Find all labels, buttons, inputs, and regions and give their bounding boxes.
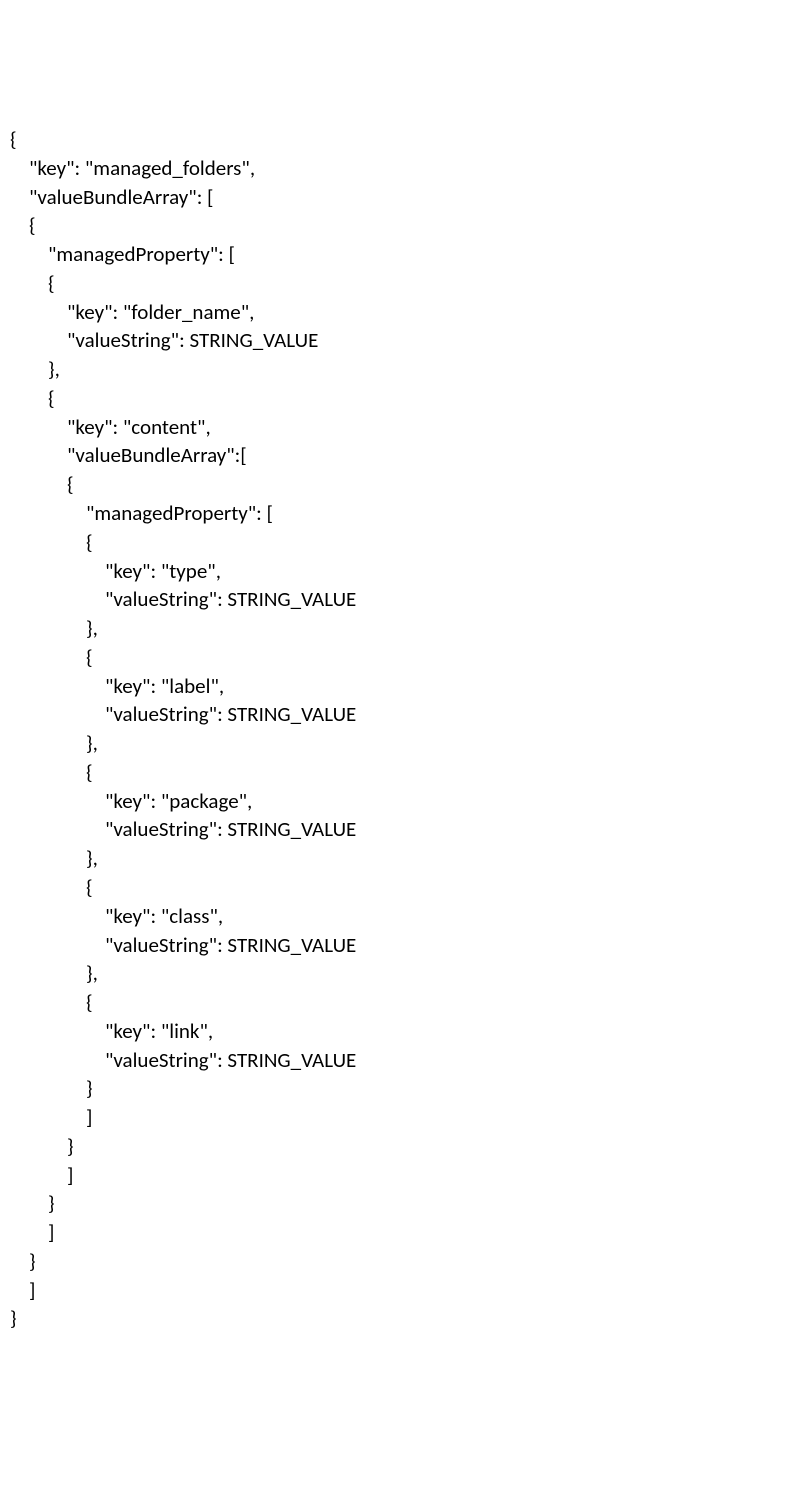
code-line: "key": "package", <box>10 788 252 814</box>
code-line: } <box>10 1305 17 1331</box>
code-line: }, <box>10 730 98 756</box>
code-line: { <box>10 126 17 152</box>
code-line: "key": "class", <box>10 903 223 929</box>
code-line: "managedProperty": [ <box>10 500 273 526</box>
code-line: "valueString": STRING_VALUE <box>10 586 356 612</box>
code-line: { <box>10 759 93 785</box>
code-line: "managedProperty": [ <box>10 241 235 267</box>
code-line: "key": "folder_name", <box>10 299 254 325</box>
code-line: "valueString": STRING_VALUE <box>10 816 356 842</box>
code-line: "key": "type", <box>10 558 221 584</box>
code-line: "valueBundleArray":[ <box>10 442 247 468</box>
code-line: { <box>10 529 93 555</box>
code-line: { <box>10 874 93 900</box>
code-line: }, <box>10 356 60 382</box>
code-line: { <box>10 644 93 670</box>
code-line: } <box>10 1133 74 1159</box>
code-line: "key": "label", <box>10 673 224 699</box>
code-line: "valueString": STRING_VALUE <box>10 701 356 727</box>
code-line: }, <box>10 845 98 871</box>
json-code-block: { "key": "managed_folders", "valueBundle… <box>10 125 778 1333</box>
code-line: } <box>10 1248 36 1274</box>
code-line: }, <box>10 960 98 986</box>
code-line: { <box>10 385 55 411</box>
code-line: { <box>10 270 55 296</box>
code-line: ] <box>10 1277 35 1303</box>
code-line: ] <box>10 1104 92 1130</box>
code-line: } <box>10 1075 93 1101</box>
code-line: } <box>10 1190 55 1216</box>
code-line: "key": "link", <box>10 1018 213 1044</box>
code-line: { <box>10 471 74 497</box>
code-line: "key": "content", <box>10 414 211 440</box>
code-line: "valueString": STRING_VALUE <box>10 327 318 353</box>
code-line: }, <box>10 615 98 641</box>
code-line: { <box>10 989 93 1015</box>
code-line: ] <box>10 1162 73 1188</box>
code-line: "valueString": STRING_VALUE <box>10 1047 356 1073</box>
code-line: { <box>10 212 36 238</box>
code-line: "key": "managed_folders", <box>10 155 255 181</box>
code-line: "valueBundleArray": [ <box>10 184 214 210</box>
code-line: "valueString": STRING_VALUE <box>10 932 356 958</box>
code-line: ] <box>10 1219 54 1245</box>
